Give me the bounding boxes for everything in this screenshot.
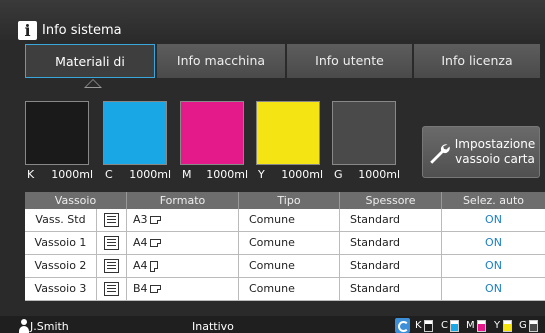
col-header-spessore: Spessore (340, 192, 442, 209)
ink-level-k (424, 320, 433, 332)
info-icon: i (18, 21, 37, 40)
ink-swatch-m (180, 101, 244, 165)
tab-label: Info utente (315, 53, 384, 68)
ink-level-key: M (466, 320, 475, 331)
ink-key: Y (258, 168, 265, 181)
tray-list-icon (104, 236, 119, 250)
network-icon[interactable] (395, 318, 410, 333)
tray-table: Vassoio Formato Tipo Spessore Selez. aut… (25, 192, 545, 301)
machine-status: Inattivo (192, 320, 234, 333)
tray-settings-label-line1: Impostazione (454, 137, 536, 151)
tab-bar: Materiali di consumo Info macchina Info … (25, 44, 540, 103)
table-header: Vassoio Formato Tipo Spessore Selez. aut… (25, 192, 545, 209)
ink-level-m (477, 320, 486, 332)
col-header-vassoio: Vassoio (25, 192, 127, 209)
col-header-tipo: Tipo (239, 192, 340, 209)
ink-level-c (450, 320, 459, 332)
tray-name: Vassoio 3 (25, 278, 97, 300)
tray-name: Vassoio 1 (25, 232, 97, 254)
ink-key: G (334, 168, 343, 181)
tray-auto-select: ON (485, 213, 502, 226)
user-icon (19, 319, 29, 333)
tray-auto-select: ON (485, 282, 502, 295)
tray-type: Comune (239, 278, 340, 300)
ink-level-key: Y (494, 320, 501, 331)
ink-swatch-g (332, 101, 396, 165)
table-row[interactable]: Vass. Std A3 Comune Standard ON (25, 209, 545, 232)
tray-auto-select: ON (485, 236, 502, 249)
ink-key: C (105, 168, 113, 181)
tray-thickness: Standard (340, 232, 442, 254)
ink-swatch-k (25, 101, 89, 165)
title-bar: i Info sistema (0, 0, 545, 40)
table-row[interactable]: Vassoio 3 B4 Comune Standard ON (25, 278, 545, 301)
table-row[interactable]: Vassoio 2 A4 Comune Standard ON (25, 255, 545, 278)
tray-type: Comune (239, 209, 340, 231)
tray-list-icon (104, 282, 119, 296)
tray-thickness: Standard (340, 278, 442, 300)
tray-format: A4 (127, 232, 239, 254)
tab-label: Info macchina (176, 53, 266, 68)
ink-swatch-c (103, 101, 167, 165)
ink-amount: 1000ml (129, 168, 171, 181)
tray-name: Vassoio 2 (25, 255, 97, 277)
tray-format: B4 (127, 278, 239, 300)
paper-landscape-icon (149, 239, 161, 247)
status-bar: J.Smith Inattivo K C M Y G (0, 316, 545, 333)
ink-amount: 1000ml (358, 168, 400, 181)
user-name: J.Smith (30, 320, 69, 333)
format-label: B4 (133, 282, 148, 295)
format-label: A4 (133, 259, 148, 272)
tray-auto-select: ON (485, 259, 502, 272)
ink-level-y (503, 320, 512, 332)
format-label: A4 (133, 236, 148, 249)
page-title: Info sistema (42, 23, 122, 38)
col-header-formato: Formato (127, 192, 239, 209)
tray-thickness: Standard (340, 255, 442, 277)
tray-settings-label-line2: vassoio carta (455, 152, 535, 166)
tray-list-icon (104, 213, 119, 227)
col-header-selez-auto: Selez. auto (462, 194, 525, 207)
tab-info-utente[interactable]: Info utente (287, 44, 412, 78)
tray-name: Vass. Std (25, 209, 97, 231)
table-row[interactable]: Vassoio 1 A4 Comune Standard ON (25, 232, 545, 255)
tab-info-licenza[interactable]: Info licenza (414, 44, 540, 78)
ink-level-key: K (415, 320, 422, 331)
tray-settings-button[interactable]: Impostazione vassoio carta (422, 126, 540, 178)
ink-amount: 1000ml (51, 168, 93, 181)
ink-key: M (182, 168, 192, 181)
paper-landscape-icon (149, 285, 161, 293)
ink-level-g (529, 320, 538, 332)
tab-materiali-di-consumo[interactable]: Materiali di consumo (25, 44, 155, 103)
tray-thickness: Standard (340, 209, 442, 231)
format-label: A3 (133, 213, 148, 226)
ink-key: K (27, 168, 35, 181)
wrench-icon (430, 144, 450, 164)
tray-type: Comune (239, 255, 340, 277)
ink-level-key: C (441, 320, 448, 331)
tray-format: A3 (127, 209, 239, 231)
paper-landscape-icon (149, 216, 161, 224)
tab-label: Info licenza (441, 53, 513, 68)
tray-format: A4 (127, 255, 239, 277)
tray-type: Comune (239, 232, 340, 254)
ink-amount: 1000ml (281, 168, 323, 181)
tray-settings-label: Impostazione vassoio carta (451, 137, 539, 167)
tab-info-macchina[interactable]: Info macchina (157, 44, 285, 78)
tray-list-icon (104, 259, 119, 273)
ink-amount: 1000ml (206, 168, 248, 181)
ink-level-key: G (519, 320, 527, 331)
paper-portrait-icon (149, 260, 158, 272)
ink-swatch-y (256, 101, 320, 165)
